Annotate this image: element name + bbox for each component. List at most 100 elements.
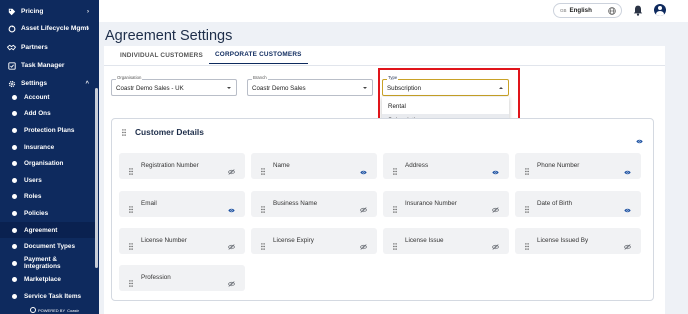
drag-handle-icon[interactable]: [261, 200, 265, 218]
eye-off-icon[interactable]: [491, 237, 500, 255]
eye-off-icon[interactable]: [359, 200, 368, 218]
sidebar-item-task-manager[interactable]: Task Manager: [0, 57, 99, 74]
sidebar-item-insurance[interactable]: Insurance: [0, 139, 95, 156]
eye-off-icon[interactable]: [227, 274, 236, 292]
field-tile-license-issue[interactable]: License Issue: [383, 228, 509, 254]
customer-details-title: Customer Details: [135, 127, 204, 137]
bullet-icon: [12, 277, 17, 283]
sidebar-item-label: Insurance: [24, 143, 55, 151]
type-select[interactable]: Type Subscription: [382, 75, 509, 96]
drag-handle-icon[interactable]: [129, 237, 133, 255]
sidebar-item-document-types[interactable]: Document Types: [0, 238, 95, 255]
drag-handle-icon[interactable]: [393, 200, 397, 218]
tab-corporate-customers[interactable]: CORPORATE CUSTOMERS: [208, 46, 308, 64]
bullet-icon: [12, 144, 17, 150]
organisation-select[interactable]: Organisation Coastr Demo Sales - UK: [111, 75, 237, 96]
field-tile-license-issued-by[interactable]: License Issued By: [515, 228, 641, 254]
tag-icon: [7, 7, 16, 16]
sidebar-item-users[interactable]: Users: [0, 172, 95, 189]
sidebar-item-payment-integrations[interactable]: Payment & Integrations: [0, 255, 95, 272]
field-label: Business Name: [273, 200, 318, 207]
sidebar-item-label: Payment & Integrations: [23, 256, 61, 271]
sidebar-item-label: Users: [24, 176, 42, 184]
drag-handle-icon[interactable]: [261, 162, 265, 180]
sidebar-item-pricing[interactable]: Pricing ›: [0, 3, 99, 20]
tab-individual-customers[interactable]: INDIVIDUAL CUSTOMERS: [114, 46, 209, 64]
field-tile-date-of-birth[interactable]: Date of Birth: [515, 191, 641, 217]
field-label: Registration Number: [141, 162, 199, 169]
eye-off-icon[interactable]: [227, 162, 236, 180]
drag-handle-icon[interactable]: [129, 274, 133, 292]
task-icon: [7, 61, 16, 70]
drag-handle-icon[interactable]: [129, 200, 133, 218]
type-label: Type: [387, 75, 399, 80]
drag-handle-icon[interactable]: [122, 128, 126, 136]
sidebar-item-marketplace[interactable]: Marketplace: [0, 272, 95, 289]
sidebar-item-label: Partners: [21, 44, 48, 51]
language-selector[interactable]: GB English: [553, 3, 622, 18]
sidebar-item-partners[interactable]: Partners: [0, 39, 99, 56]
sidebar-item-roles[interactable]: Roles: [0, 189, 95, 206]
coastr-logo-icon: [30, 307, 36, 313]
eye-off-icon[interactable]: [227, 237, 236, 255]
branch-select[interactable]: Branch Coastr Demo Sales: [247, 75, 373, 96]
sidebar-item-agreement[interactable]: Agreement: [0, 221, 95, 239]
field-tile-address[interactable]: Address: [383, 153, 509, 179]
sidebar-item-protection-plans[interactable]: Protection Plans: [0, 122, 95, 139]
eye-icon[interactable]: [492, 162, 499, 180]
field-tile-insurance-number[interactable]: Insurance Number: [383, 191, 509, 217]
organisation-label: Organisation: [116, 75, 143, 80]
handshake-icon: [7, 43, 16, 52]
field-tile-license-expiry[interactable]: License Expiry: [251, 228, 377, 254]
eye-icon[interactable]: [636, 131, 643, 149]
eye-off-icon[interactable]: [623, 237, 632, 255]
sidebar-item-service-task-items[interactable]: Service Task Items: [0, 288, 95, 305]
sidebar-item-organisation[interactable]: Organisation: [0, 155, 95, 172]
sidebar: Pricing › Asset Lifecycle Mgmt › Partners Tas…: [0, 0, 99, 314]
sidebar-item-label: Settings: [21, 80, 48, 87]
sidebar-item-add-ons[interactable]: Add Ons: [0, 106, 95, 123]
field-tile-name[interactable]: Name: [251, 153, 377, 179]
eye-icon[interactable]: [228, 200, 235, 218]
bullet-icon: [12, 244, 17, 250]
sidebar-item-asset-lifecycle-mgmt[interactable]: Asset Lifecycle Mgmt ›: [0, 20, 99, 37]
chevron-icon: ›: [87, 8, 89, 15]
field-tile-email[interactable]: Email: [119, 191, 245, 217]
drag-handle-icon[interactable]: [129, 162, 133, 180]
eye-off-icon[interactable]: [359, 237, 368, 255]
field-tile-registration-number[interactable]: Registration Number: [119, 153, 245, 179]
sidebar-item-label: Task Manager: [21, 62, 65, 69]
field-tile-phone-number[interactable]: Phone Number: [515, 153, 641, 179]
user-avatar-icon[interactable]: [654, 4, 666, 16]
eye-off-icon[interactable]: [491, 200, 500, 218]
sidebar-scrollbar[interactable]: [95, 88, 98, 268]
drag-handle-icon[interactable]: [525, 162, 529, 180]
type-value: Subscription: [387, 85, 422, 92]
eye-icon[interactable]: [624, 200, 631, 218]
bullet-icon: [12, 294, 17, 300]
drag-handle-icon[interactable]: [393, 162, 397, 180]
field-tile-license-number[interactable]: License Number: [119, 228, 245, 254]
bell-icon[interactable]: [633, 5, 643, 16]
drag-handle-icon[interactable]: [525, 237, 529, 255]
sidebar-item-label: Pricing: [21, 8, 44, 15]
drag-handle-icon[interactable]: [261, 237, 265, 255]
field-label: Date of Birth: [537, 200, 572, 207]
field-tile-profession[interactable]: Profession: [119, 265, 245, 291]
gear-icon: [7, 79, 16, 88]
bullet-icon: [12, 194, 17, 200]
field-label: License Number: [141, 237, 187, 244]
sidebar-item-label: Roles: [24, 193, 42, 201]
field-label: Insurance Number: [405, 200, 457, 207]
bullet-icon: [12, 260, 17, 266]
type-option-rental[interactable]: Rental: [382, 100, 509, 113]
sidebar-item-label: Document Types: [24, 243, 76, 251]
eye-icon[interactable]: [624, 162, 631, 180]
sidebar-item-policies[interactable]: Policies: [0, 205, 95, 222]
bullet-icon: [12, 227, 17, 233]
drag-handle-icon[interactable]: [393, 237, 397, 255]
eye-icon[interactable]: [360, 162, 367, 180]
drag-handle-icon[interactable]: [525, 200, 529, 218]
field-tile-business-name[interactable]: Business Name: [251, 191, 377, 217]
sidebar-item-account[interactable]: Account: [0, 89, 95, 106]
